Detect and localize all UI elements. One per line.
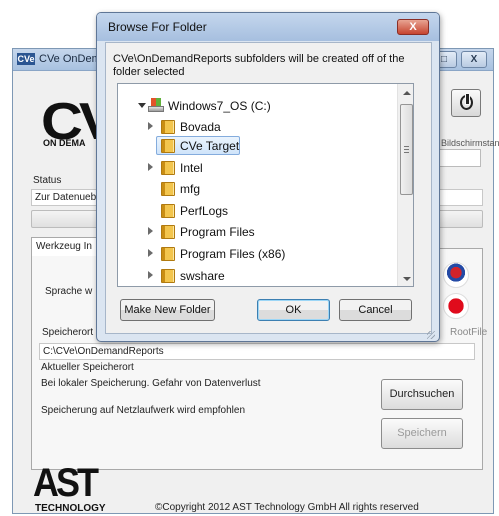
ok-button[interactable]: OK: [257, 299, 330, 321]
tree-item-perflogs[interactable]: PerfLogs: [118, 201, 396, 221]
flag-korea-icon[interactable]: [443, 262, 469, 288]
expand-arrow-icon[interactable]: [148, 271, 153, 279]
tree-item-label: Windows7_OS (C:): [168, 99, 271, 113]
expand-arrow-icon[interactable]: [148, 249, 153, 257]
folder-icon: [161, 225, 175, 239]
data-loss-warning: Bei lokaler Speicherung. Gefahr von Date…: [41, 378, 261, 389]
folder-icon: [161, 139, 175, 153]
folder-icon: [161, 204, 175, 218]
tree-item-label: Program Files: [180, 225, 255, 239]
folder-icon: [161, 161, 175, 175]
folder-icon: [161, 182, 175, 196]
drive-icon: [148, 98, 164, 113]
screen-status-field: [433, 149, 481, 167]
app-logo-icon: CVe: [17, 53, 35, 65]
tree-item-mfg[interactable]: mfg: [118, 179, 396, 199]
browse-folder-dialog: Browse For Folder X CVe\OnDemandReports …: [96, 12, 440, 342]
tree-item-label: PerfLogs: [180, 204, 229, 218]
language-label: Sprache w: [45, 286, 93, 297]
tree-item-label: Program Files (x86): [180, 247, 286, 261]
expand-arrow-icon[interactable]: [148, 122, 153, 130]
tree-item-label: Bovada: [180, 120, 221, 134]
screen-status-label: Bildschirmstand: [441, 138, 499, 148]
rootfile-label: RootFile: [450, 327, 488, 338]
cve-logo-subtitle: ON DEMA: [43, 138, 86, 148]
expand-arrow-icon[interactable]: [148, 163, 153, 171]
tree-item-label: swshare: [180, 269, 225, 283]
cancel-button[interactable]: Cancel: [339, 299, 412, 321]
tree-item-bovada[interactable]: Bovada: [118, 117, 396, 137]
flag-japan-icon[interactable]: [443, 293, 469, 319]
save-path-field[interactable]: C:\CVe\OnDemandReports: [39, 343, 475, 360]
expand-arrow-icon[interactable]: [148, 227, 153, 235]
resize-grip-icon[interactable]: [427, 331, 435, 339]
folder-icon: [161, 120, 175, 134]
make-new-folder-button[interactable]: Make New Folder: [120, 299, 215, 321]
dialog-message: CVe\OnDemandReports subfolders will be c…: [113, 53, 405, 78]
network-drive-hint: Speicherung auf Netzlaufwerk wird empfoh…: [41, 405, 245, 416]
tree-item-program-files-x86[interactable]: Program Files (x86): [118, 244, 396, 264]
browse-button[interactable]: Durchsuchen: [381, 379, 463, 410]
dialog-title: Browse For Folder: [108, 20, 207, 34]
tree-item-drive[interactable]: Windows7_OS (C:): [118, 96, 396, 116]
tree-item-swshare[interactable]: swshare: [118, 266, 396, 286]
grip-icon: [404, 146, 409, 153]
tree-item-label: mfg: [180, 182, 201, 196]
folder-tree[interactable]: Windows7_OS (C:) Bovada CVe Target Intel…: [117, 83, 414, 287]
save-button[interactable]: Speichern: [381, 418, 463, 449]
power-button[interactable]: [451, 89, 481, 117]
folder-icon: [161, 269, 175, 283]
power-icon: [460, 93, 473, 110]
scroll-down-icon[interactable]: [403, 277, 411, 281]
status-label: Status: [33, 175, 62, 186]
ast-logo-subtitle: TECHNOLOGY: [35, 503, 106, 514]
tree-item-label: CVe Target: [180, 139, 240, 153]
current-location-label: Aktueller Speicherort: [41, 362, 134, 373]
scroll-up-icon[interactable]: [403, 91, 411, 95]
ast-logo: AST: [33, 459, 99, 505]
collapse-arrow-icon[interactable]: [138, 103, 146, 108]
dialog-close-button[interactable]: X: [397, 19, 429, 35]
tree-item-intel[interactable]: Intel: [118, 158, 396, 178]
tree-scrollbar[interactable]: [397, 84, 413, 286]
tree-item-cve-target[interactable]: CVe Target: [118, 136, 396, 156]
folder-icon: [161, 247, 175, 261]
scrollbar-thumb[interactable]: [400, 104, 413, 195]
save-location-label: Speicherort: [42, 327, 94, 338]
dialog-titlebar[interactable]: Browse For Folder X: [97, 13, 439, 41]
copyright-text: ©Copyright 2012 AST Technology GmbH All …: [155, 502, 419, 513]
tree-item-label: Intel: [180, 161, 203, 175]
app-close-button[interactable]: X: [461, 51, 487, 68]
tree-item-program-files[interactable]: Program Files: [118, 222, 396, 242]
